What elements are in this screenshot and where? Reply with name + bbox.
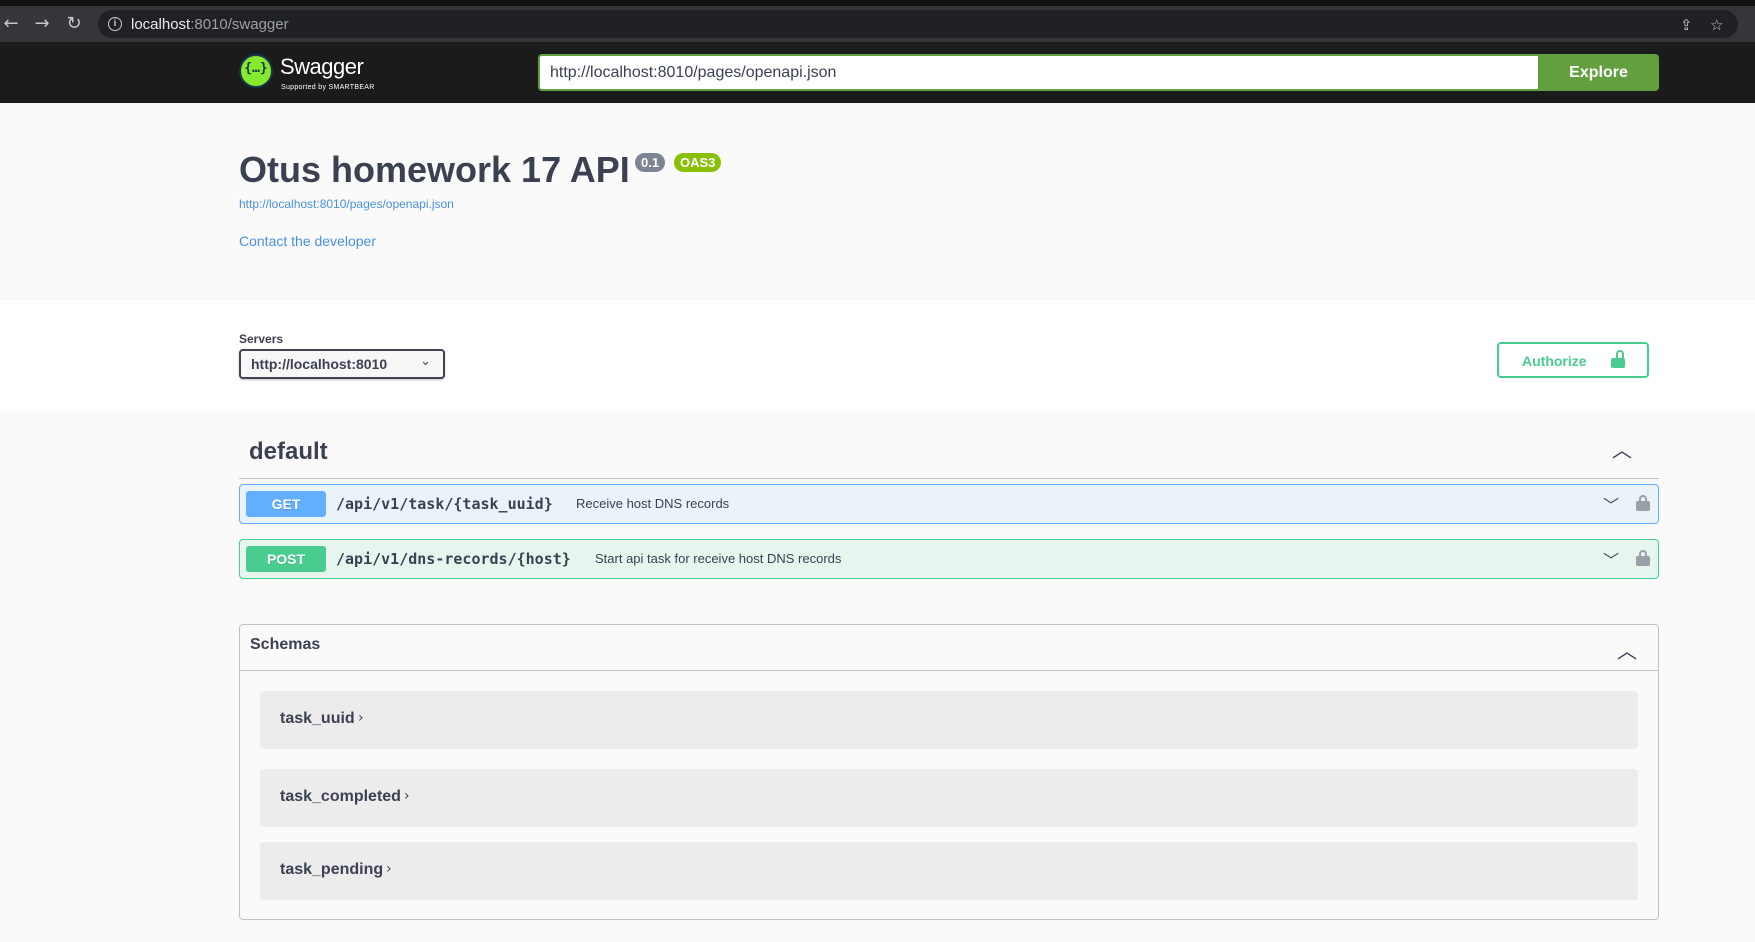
forward-arrow-icon[interactable]: → <box>31 13 53 35</box>
operations-area: default ︿ GET /api/v1/task/{task_uuid} R… <box>0 409 1755 942</box>
address-bar[interactable]: i localhost:8010/swagger ⇪ ☆ <box>98 10 1738 38</box>
chevron-right-icon: › <box>404 788 410 804</box>
contact-developer-link[interactable]: Contact the developer <box>239 233 376 249</box>
operation-post-dns-records[interactable]: POST /api/v1/dns-records/{host} Start ap… <box>239 539 1659 579</box>
swagger-logo-text[interactable]: Swagger <box>280 54 364 80</box>
chevron-up-icon[interactable]: ︿ <box>1617 635 1637 664</box>
unlocked-lock-icon <box>1611 350 1625 368</box>
tag-divider <box>239 478 1659 479</box>
address-url: localhost:8010/swagger <box>131 16 289 33</box>
servers-selected-value: http://localhost:8010 <box>251 356 388 372</box>
chevron-down-icon: ⌄ <box>420 354 431 369</box>
reload-icon[interactable]: ↻ <box>63 13 85 35</box>
operation-get-task[interactable]: GET /api/v1/task/{task_uuid} Receive hos… <box>239 484 1659 524</box>
schema-model-name: task_uuid <box>280 710 355 727</box>
operation-path: /api/v1/dns-records/{host} <box>336 550 571 568</box>
swagger-logo-subtitle: Supported by SMARTBEAR <box>281 84 375 91</box>
schemas-title: Schemas <box>250 636 321 653</box>
authorize-label: Authorize <box>1522 353 1587 369</box>
servers-label: Servers <box>239 332 284 346</box>
back-arrow-icon[interactable]: ← <box>0 13 22 35</box>
operation-path: /api/v1/task/{task_uuid} <box>336 495 553 513</box>
chevron-right-icon: › <box>386 861 392 877</box>
schema-model[interactable]: task_completed › <box>260 769 1638 827</box>
site-info-icon[interactable]: i <box>108 17 122 31</box>
servers-select[interactable]: http://localhost:8010 ⌄ <box>239 349 445 379</box>
operation-summary: Receive host DNS records <box>576 496 730 511</box>
tag-title[interactable]: default <box>249 438 328 466</box>
swagger-topbar: {…} Swagger Supported by SMARTBEAR Explo… <box>0 42 1755 103</box>
schema-model-name: task_pending <box>280 861 384 878</box>
lock-icon[interactable] <box>1636 550 1650 566</box>
method-badge-post: POST <box>246 546 326 572</box>
swagger-logo-icon[interactable]: {…} <box>239 54 273 88</box>
schema-model[interactable]: task_uuid › <box>260 691 1638 749</box>
authorize-button[interactable]: Authorize <box>1497 342 1649 378</box>
browser-toolbar: ← → ↻ i localhost:8010/swagger ⇪ ☆ <box>0 0 1755 42</box>
chevron-up-icon[interactable]: ︿ <box>1612 434 1632 463</box>
chevron-down-icon[interactable]: ﹀ <box>1603 492 1619 516</box>
operation-summary: Start api task for receive host DNS reco… <box>595 551 842 566</box>
chevron-down-icon[interactable]: ﹀ <box>1603 547 1619 571</box>
scheme-container: Servers http://localhost:8010 ⌄ Authoriz… <box>0 300 1755 409</box>
version-badge: 0.1 <box>635 153 666 172</box>
api-info: Otus homework 17 API 0.1 OAS3 http://loc… <box>0 103 1755 300</box>
schema-model[interactable]: task_pending › <box>260 842 1638 900</box>
explore-button[interactable]: Explore <box>1538 54 1659 91</box>
spec-link[interactable]: http://localhost:8010/pages/openapi.json <box>239 197 454 211</box>
chevron-right-icon: › <box>358 710 364 726</box>
schemas-header[interactable]: Schemas ︿ <box>240 625 1658 671</box>
schema-model-name: task_completed <box>280 788 401 805</box>
bookmark-star-icon[interactable]: ☆ <box>1710 16 1723 34</box>
oas-badge: OAS3 <box>674 153 722 172</box>
api-title: Otus homework 17 API <box>239 149 630 190</box>
share-icon[interactable]: ⇪ <box>1680 16 1693 34</box>
spec-url-input[interactable] <box>538 54 1538 91</box>
method-badge-get: GET <box>246 491 326 517</box>
lock-icon[interactable] <box>1636 495 1650 511</box>
schemas-section: Schemas ︿ task_uuid › task_completed › t… <box>239 624 1659 920</box>
